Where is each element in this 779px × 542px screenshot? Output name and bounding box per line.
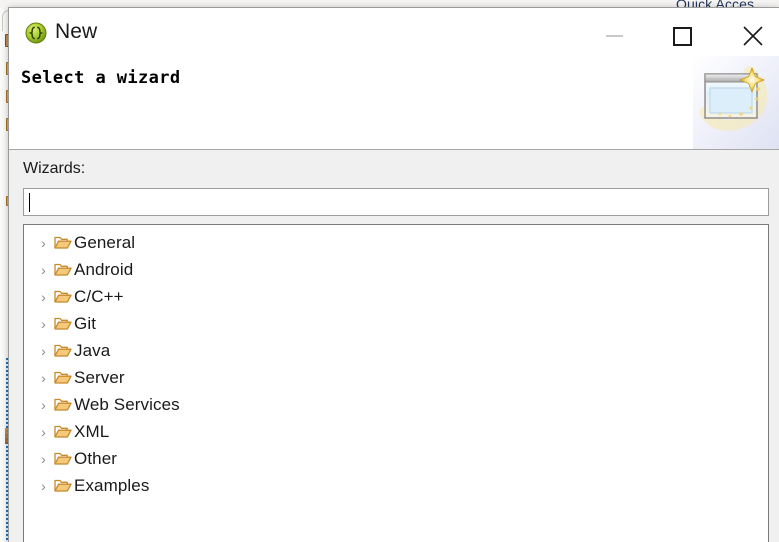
tree-row[interactable]: › Web Services (24, 391, 768, 418)
folder-icon (52, 235, 74, 250)
chevron-right-icon[interactable]: › (35, 236, 52, 250)
tree-item-label: Examples (74, 475, 150, 495)
tree-item-label: Java (74, 340, 111, 360)
tree-row[interactable]: › XML (24, 418, 768, 445)
wizard-tree-panel[interactable]: › General › Android › C/C++ › Git › Java › Server › W… (23, 224, 769, 542)
new-wizard-dialog: New Select a wizard Wizards: › General ›… (8, 7, 779, 542)
chevron-right-icon[interactable]: › (35, 290, 52, 304)
minimize-icon (605, 35, 623, 37)
tree-row[interactable]: › Other (24, 445, 768, 472)
close-icon (741, 24, 765, 48)
chevron-right-icon[interactable]: › (35, 344, 52, 358)
tree-row[interactable]: › Java (24, 337, 768, 364)
tree-item-label: XML (74, 421, 110, 441)
tree-row[interactable]: › C/C++ (24, 283, 768, 310)
tree-item-label: Git (74, 313, 97, 333)
wizard-filter-input[interactable] (23, 188, 769, 216)
folder-icon (52, 478, 74, 493)
folder-icon (52, 262, 74, 277)
minimize-button[interactable] (591, 20, 637, 52)
maximize-icon (672, 26, 692, 46)
chevron-right-icon[interactable]: › (35, 479, 52, 493)
eclipse-braces-icon (25, 22, 47, 44)
maximize-button[interactable] (659, 20, 705, 52)
chevron-right-icon[interactable]: › (35, 317, 52, 331)
folder-icon (52, 397, 74, 412)
dialog-title: New (55, 20, 98, 43)
tree-item-label: Web Services (74, 394, 180, 414)
chevron-right-icon[interactable]: › (35, 425, 52, 439)
dialog-body: Wizards: › General › Android › C/C++ › Git › Java… (9, 150, 779, 542)
tree-item-label: Android (74, 259, 134, 279)
chevron-right-icon[interactable]: › (35, 452, 52, 466)
chevron-right-icon[interactable]: › (35, 371, 52, 385)
wizard-tree-list: › General › Android › C/C++ › Git › Java › Server › W… (24, 225, 768, 499)
tree-item-label: C/C++ (74, 286, 124, 306)
text-caret (29, 193, 30, 212)
folder-icon (52, 316, 74, 331)
dialog-titlebar: New (9, 8, 779, 56)
close-button[interactable] (730, 20, 776, 52)
tree-row[interactable]: › Android (24, 256, 768, 283)
folder-icon (52, 424, 74, 439)
folder-icon (52, 451, 74, 466)
dialog-header-band: Select a wizard (9, 56, 779, 150)
tree-item-label: Server (74, 367, 125, 387)
new-window-sparkle-icon (693, 56, 779, 149)
tree-row[interactable]: › Git (24, 310, 768, 337)
chevron-right-icon[interactable]: › (35, 398, 52, 412)
folder-icon (52, 370, 74, 385)
tree-item-label: General (74, 232, 136, 252)
folder-icon (52, 343, 74, 358)
page-title: Select a wizard (21, 68, 181, 88)
wizards-label: Wizards: (23, 160, 86, 177)
tree-item-label: Other (74, 448, 118, 468)
tree-row[interactable]: › Server (24, 364, 768, 391)
chevron-right-icon[interactable]: › (35, 263, 52, 277)
folder-icon (52, 289, 74, 304)
tree-row[interactable]: › General (24, 229, 768, 256)
tree-row[interactable]: › Examples (24, 472, 768, 499)
